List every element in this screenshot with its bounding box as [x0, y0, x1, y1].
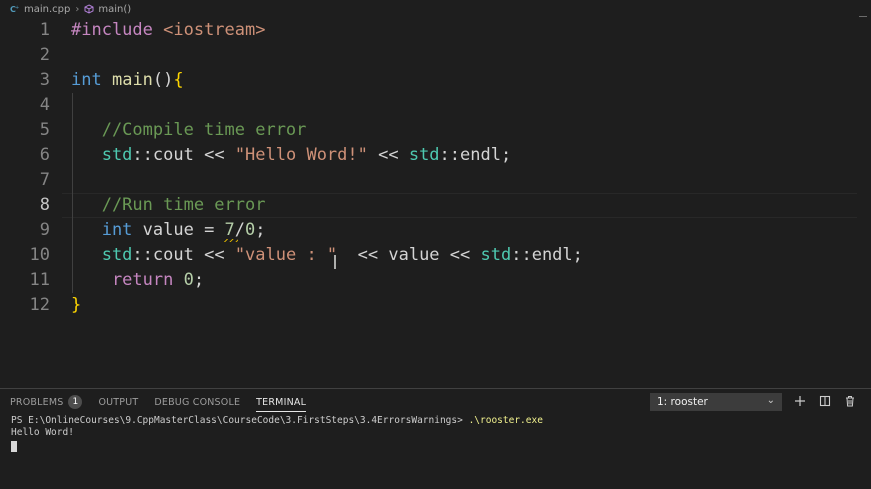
- code-token: std: [71, 245, 133, 265]
- terminal-prompt: PS E:\OnlineCourses\9.CppMasterClass\Cou…: [11, 415, 469, 426]
- code-token: value: [388, 245, 440, 265]
- code-editor[interactable]: 1 2 3 4 5 6 7 8 9 10 11 12 #include <iostream> int m…: [0, 18, 871, 388]
- code-token: }: [71, 295, 82, 315]
- bottom-panel: PROBLEMS 1 OUTPUT DEBUG CONSOLE TERMINAL 1: …: [0, 388, 871, 489]
- code-token: ::: [511, 245, 532, 265]
- breadcrumb-file[interactable]: main.cpp: [24, 4, 70, 15]
- code-token: //Run time error: [71, 195, 266, 215]
- code-token: 7: [224, 220, 235, 240]
- panel-tab-problems[interactable]: PROBLEMS 1: [10, 389, 83, 415]
- panel-tab-terminal[interactable]: TERMINAL: [256, 389, 306, 415]
- code-token: endl: [460, 145, 501, 165]
- trash-icon[interactable]: [842, 393, 858, 409]
- code-token: 0: [245, 220, 256, 240]
- line-number: 5: [39, 120, 50, 140]
- terminal-selector-value: 1: rooster: [657, 396, 708, 408]
- panel-tab-output[interactable]: OUTPUT: [98, 389, 138, 415]
- code-token: (): [152, 70, 174, 90]
- panel-tab-label: TERMINAL: [256, 396, 307, 408]
- terminal-selector[interactable]: 1: rooster ⌄: [650, 393, 782, 411]
- code-token: std: [480, 245, 512, 265]
- cpp-file-icon: C +: [10, 4, 20, 14]
- code-token: <<: [337, 245, 389, 265]
- line-number: 7: [39, 170, 50, 190]
- code-line[interactable]: return 0;: [71, 268, 204, 293]
- breadcrumb: C + main.cpp › main(): [0, 0, 871, 18]
- code-token: int: [71, 220, 133, 240]
- add-terminal-icon[interactable]: [792, 393, 808, 409]
- code-token: /: [234, 220, 246, 240]
- warning-squiggle: [224, 239, 238, 242]
- code-line[interactable]: //Compile time error: [71, 118, 307, 143]
- code-token: value =: [132, 220, 225, 240]
- line-number: 11: [29, 270, 50, 290]
- code-token: return: [71, 270, 174, 290]
- terminal-output[interactable]: PS E:\OnlineCourses\9.CppMasterClass\Cou…: [11, 415, 543, 439]
- code-token: #include: [71, 20, 164, 40]
- code-token: <iostream>: [163, 20, 266, 40]
- terminal-command: .\rooster.exe: [468, 415, 543, 426]
- line-number: 1: [39, 20, 50, 40]
- code-token: <<: [193, 245, 235, 265]
- code-token: ;: [193, 270, 205, 290]
- panel-tab-debug-console[interactable]: DEBUG CONSOLE: [154, 389, 240, 415]
- svg-text:+: +: [15, 5, 19, 11]
- line-number: 10: [29, 245, 50, 265]
- code-token: ::: [132, 145, 153, 165]
- line-number: 6: [39, 145, 50, 165]
- split-terminal-icon[interactable]: [817, 393, 833, 409]
- panel-tab-label: OUTPUT: [98, 396, 139, 408]
- code-token: ::: [132, 245, 153, 265]
- code-line[interactable]: //Run time error: [71, 193, 266, 218]
- code-token: ;: [572, 245, 583, 265]
- code-token: cout: [152, 145, 194, 165]
- code-token: int: [71, 70, 102, 90]
- line-number: 12: [29, 295, 50, 315]
- code-line[interactable]: int main(){: [71, 68, 184, 93]
- code-line[interactable]: std::cout << "Hello Word!" << std::endl;: [71, 143, 512, 168]
- code-token: //Compile time error: [71, 120, 307, 140]
- code-token: ;: [255, 220, 266, 240]
- code-token: endl: [531, 245, 573, 265]
- code-token: <<: [439, 245, 481, 265]
- line-number: 3: [39, 70, 50, 90]
- code-token: 0: [183, 270, 194, 290]
- code-line[interactable]: #include <iostream>: [71, 18, 265, 43]
- terminal-output-line: Hello Word!: [11, 427, 74, 438]
- mouse-ibeam-cursor: [334, 255, 336, 269]
- line-number: 8: [39, 195, 50, 215]
- code-token: main: [111, 70, 153, 90]
- line-number: 4: [39, 95, 50, 115]
- code-token: {: [173, 70, 184, 90]
- code-line[interactable]: }: [71, 293, 81, 318]
- code-token: ::: [439, 145, 461, 165]
- panel-tab-label: PROBLEMS: [10, 396, 64, 408]
- code-token: ;: [500, 145, 512, 165]
- terminal-cursor: [11, 441, 17, 452]
- code-line[interactable]: std::cout << "value : " << value << std:…: [71, 243, 583, 268]
- method-cube-icon: [84, 4, 94, 14]
- code-token: <<: [367, 145, 409, 165]
- panel-tab-label: DEBUG CONSOLE: [154, 396, 241, 408]
- chevron-down-icon: ⌄: [766, 395, 775, 406]
- code-token: std: [71, 145, 133, 165]
- code-token: <<: [193, 145, 235, 165]
- code-token: cout: [152, 245, 194, 265]
- breadcrumb-symbol[interactable]: main(): [98, 4, 131, 15]
- code-token: std: [408, 145, 440, 165]
- code-token: "value : ": [234, 245, 338, 265]
- panel-tabs: PROBLEMS 1 OUTPUT DEBUG CONSOLE TERMINAL: [0, 389, 322, 415]
- chevron-right-icon: ›: [75, 3, 80, 15]
- line-number: 9: [39, 220, 50, 240]
- code-token: "Hello Word!": [234, 145, 368, 165]
- line-number: 2: [39, 45, 50, 65]
- problems-count-badge: 1: [68, 395, 83, 409]
